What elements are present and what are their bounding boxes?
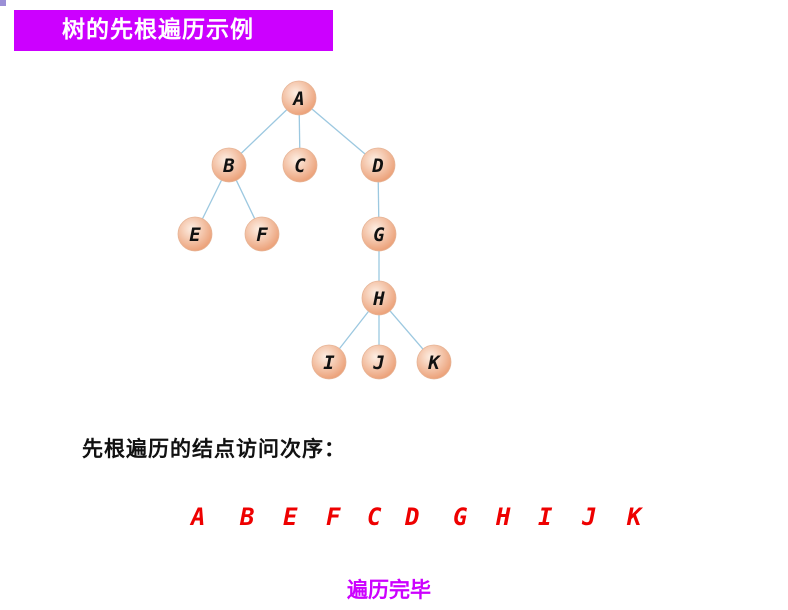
edge-H-K [389, 310, 424, 350]
sequence-item-K: K [627, 503, 642, 531]
node-label: B [222, 155, 234, 177]
sequence-item-A: A [191, 503, 206, 531]
tree-node-G: G [361, 216, 397, 252]
edge-D-G [377, 181, 380, 218]
tree-node-H: H [361, 280, 397, 316]
sequence-item-H: H [496, 503, 511, 531]
tree-node-E: E [177, 216, 213, 252]
node-label: I [323, 352, 335, 374]
tree-diagram: A B C D E F G H I J K [177, 80, 452, 380]
sequence-item-C: C [367, 503, 382, 531]
node-label: G [373, 224, 385, 246]
tree-node-D: D [360, 147, 396, 183]
node-label: J [372, 352, 384, 374]
tree-node-J: J [361, 344, 397, 380]
node-label: K [427, 352, 441, 374]
sequence-item-E: E [283, 503, 298, 531]
edge-B-E [201, 179, 223, 220]
sequence-item-I: I [538, 503, 553, 531]
tree-node-C: C [282, 147, 318, 183]
tree-node-K: K [416, 344, 452, 380]
node-label: A [291, 88, 304, 110]
edge-H-I [338, 310, 370, 350]
edge-B-F [235, 180, 256, 219]
sequence-item-J: J [582, 503, 597, 531]
traversal-order-heading: 先根遍历的结点访问次序： [82, 436, 346, 461]
tree-node-A: A [281, 80, 317, 116]
sequence-item-B: B [240, 503, 255, 531]
traversal-done-text: 遍历完毕 [347, 578, 431, 602]
node-label: C [294, 155, 306, 177]
edge-A-B [240, 109, 288, 154]
tree-node-I: I [311, 344, 347, 380]
edge-A-D [311, 108, 366, 155]
node-label: D [371, 155, 383, 177]
node-label: F [256, 224, 268, 246]
node-label: H [372, 288, 385, 310]
sequence-item-G: G [453, 503, 468, 531]
tree-node-F: F [244, 216, 280, 252]
node-label: E [189, 224, 201, 246]
sequence-item-D: D [405, 503, 420, 531]
sequence-item-F: F [326, 503, 341, 531]
tree-node-B: B [211, 147, 247, 183]
